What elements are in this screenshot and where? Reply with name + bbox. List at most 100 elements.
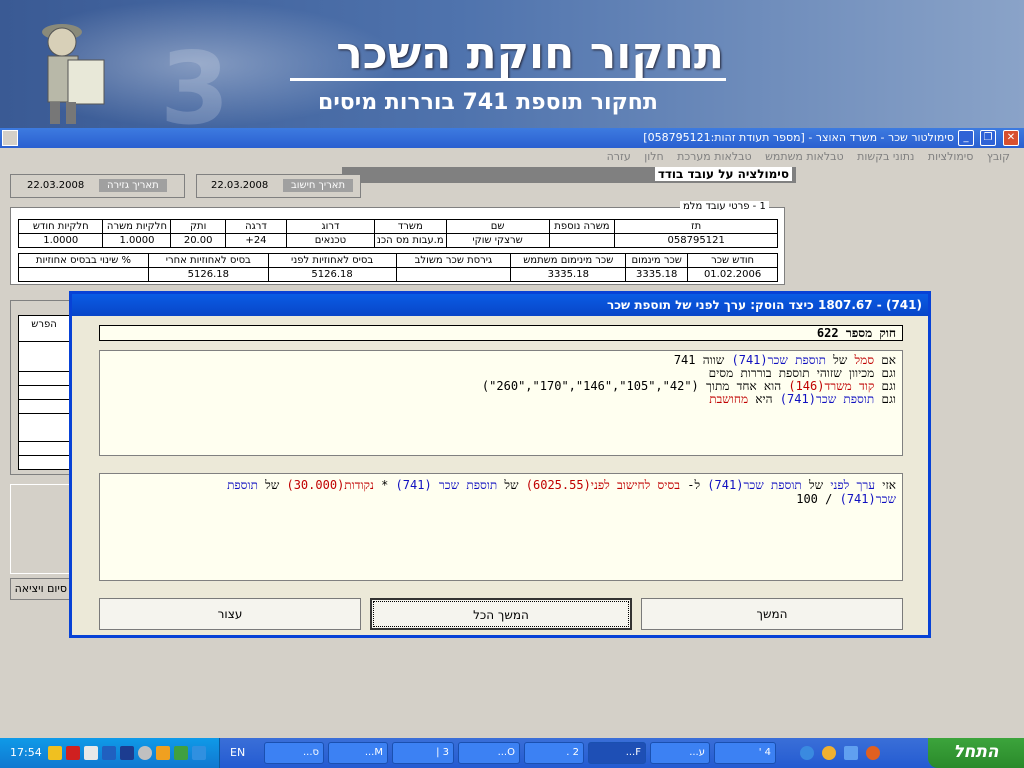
menu-help[interactable]: עזרה [607,150,631,163]
menu-window[interactable]: חלון [644,150,663,163]
col-header: שם [445,219,550,234]
taskbar-button[interactable]: 4 ' [714,742,776,764]
language-indicator[interactable]: EN [230,746,245,759]
quicklaunch-browser-icon[interactable] [866,746,880,760]
rule-token: וגם מכיוון שזוהי תוספת בוררות מסים [708,366,896,380]
rule-token: שווה 741 [673,353,732,367]
taskbar-button[interactable]: 3 | [392,742,454,764]
taskbar-button[interactable]: 2 . [524,742,584,764]
exit-button[interactable]: סיום ויציאה [10,578,70,600]
rule-token: אזי [875,478,896,492]
tray-update-icon[interactable] [192,746,206,760]
col-header: דרוג [286,219,375,234]
table-row[interactable] [19,386,69,400]
quicklaunch-desktop-icon[interactable] [844,746,858,760]
close-icon[interactable]: ✕ [1003,130,1019,146]
tray-sound-icon[interactable] [102,746,116,760]
continue-button[interactable]: המשך [641,598,903,630]
app-title-bar: סימולטור שכר - משרד האוצר - [מספר תעודת … [0,128,1024,148]
menu-system-tables[interactable]: טבלאות מערכת [677,150,751,163]
taskbar-button[interactable]: ע... [650,742,710,764]
decree-date-box: 22.03.2008 תאריך חישוב [196,174,361,198]
quicklaunch-ie-icon[interactable] [800,746,814,760]
table-row[interactable] [19,442,69,456]
rule-token: שכר(741) [839,492,896,506]
cell: מ.עבות מס הכנ [373,233,447,248]
calc-date-label: תאריך חישוב [283,179,354,192]
simulation-title: סימולציה על עובד בודד [654,167,792,181]
col-header: חודש שכר [687,253,778,268]
table-row[interactable] [19,342,69,372]
simulation-title-bar: סימולציה על עובד בודד [342,167,796,183]
rule-token: בסיס לחישוב לפני(6025.55) [525,478,680,492]
col-header: בסיס לאחוזיות לפני [267,253,397,268]
col-header: שכר מינימום משתמש [510,253,627,268]
tray-n-icon[interactable] [66,746,80,760]
decree-date-value: 22.03.2008 [27,180,85,191]
table-row[interactable] [19,400,69,414]
col-header: % שינוי בבסיס אחוזיות [18,253,149,268]
rule-token: תוספת [227,478,258,492]
cell: 1.0000 [102,233,172,248]
minimize-icon[interactable]: _ [958,130,974,146]
rule-token: תוספת שכר(741) [731,353,826,367]
table-row[interactable] [19,414,69,442]
rule-line: וגם תוספת שכר(741) היא מחושבת [106,393,896,406]
cell: 1.0000 [17,233,104,248]
results-header: הפרש [19,316,69,342]
employee-group-title: 1 - פרטי עובד מלמ [680,201,769,212]
salary-table: חודש שכר שכר מינמום שכר מינימום משתמש גי… [18,253,778,282]
cell: טכנאים [286,233,375,248]
col-header: משרה נוספת [548,219,616,234]
cell [548,233,616,248]
col-header: גירסת שכר משולב [395,253,512,268]
start-button[interactable]: התחל [928,738,1024,768]
rule-token: של [257,478,287,492]
menu-file[interactable]: קובץ [987,150,1010,163]
system-tray: 17:54 [0,738,220,768]
cell: 3335.18 [510,267,627,282]
menu-simulations[interactable]: סימולציות [928,150,974,163]
tray-network-icon[interactable] [120,746,134,760]
col-header: בסיס לאחוזיות אחרי [147,253,269,268]
banner-title: תחקור חוקת השכר [336,28,724,79]
col-header: חלקיות חודש [17,219,104,234]
rule-name-field: חוק מספר 622 [99,325,903,341]
continue-all-button[interactable]: המשך הכל [370,598,632,630]
rule-token: של [497,478,526,492]
tray-security-icon[interactable] [174,746,188,760]
rule-token: ערך לפני [830,478,876,492]
rule-token: מחושבת [709,392,749,406]
taskbar-button[interactable]: ס... [264,742,324,764]
taskbar-button[interactable]: M... [328,742,388,764]
cell: 3335.18 [625,267,689,282]
tray-clock: 17:54 [10,746,42,759]
cell: 20.00 [170,233,226,248]
employee-table-row[interactable]: 058795121 שרצקי שוקי מ.עבות מס הכנ טכנאי… [17,233,778,248]
results-table: הפרש [18,315,70,470]
stop-button[interactable]: עצור [99,598,361,630]
tray-settings-icon[interactable] [138,746,152,760]
table-row[interactable] [19,372,69,386]
rule-token: תוספת שכר (741) [395,478,498,492]
col-header: ותק [170,219,226,234]
restore-icon[interactable]: ❐ [980,130,996,146]
cell [395,267,512,282]
menu-request-data[interactable]: נתוני בקשות [857,150,914,163]
tray-app-icon[interactable] [48,746,62,760]
rule-token: ל- [680,478,708,492]
quicklaunch-media-icon[interactable] [822,746,836,760]
rule-token: קוד משרד(146) [788,379,875,393]
banner-subtitle: תחקור תוספת 741 בוררות מיסים [318,90,658,115]
rule-token: * [373,478,396,492]
taskbar-button[interactable]: O... [458,742,520,764]
tray-folder-icon[interactable] [156,746,170,760]
cell: 24+ [224,233,288,248]
app-system-icon[interactable] [2,130,18,146]
taskbar-button-active[interactable]: F... [588,742,646,764]
cell: 058795121 [614,233,778,248]
salary-table-row[interactable]: 01.02.2006 3335.18 3335.18 5126.18 5126.… [18,267,778,282]
menu-user-tables[interactable]: טבלאות משתמש [765,150,844,163]
tray-mail-icon[interactable] [84,746,98,760]
cell [18,267,149,282]
